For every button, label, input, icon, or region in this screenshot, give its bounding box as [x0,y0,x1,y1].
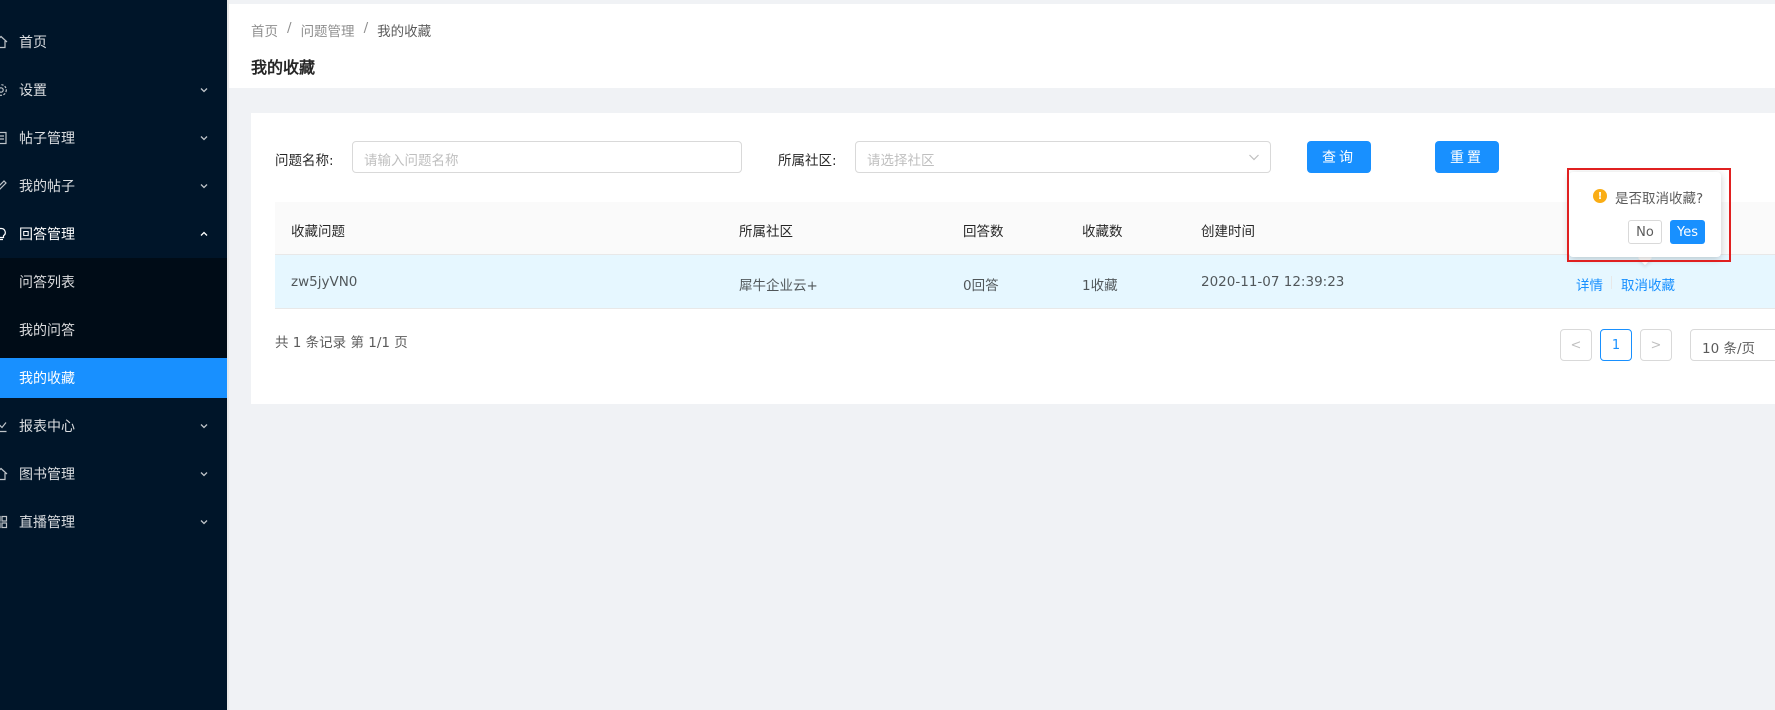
sidebar-item-book-management[interactable]: 图书管理 [0,454,227,494]
bulb-icon [0,227,8,241]
sidebar-subitem-qa-list[interactable]: 问答列表 [0,262,227,302]
chevron-right-icon: > [1650,337,1662,353]
sidebar-item-home[interactable]: 首页 [0,22,227,62]
chevron-down-icon [1249,154,1259,161]
sidebar-item-label: 帖子管理 [19,131,75,147]
grid-icon [0,515,8,529]
sidebar-item-report-center[interactable]: 报表中心 [0,406,227,446]
column-header-favorites: 收藏数 [1082,224,1123,240]
cell-community: 犀牛企业云+ [739,278,818,294]
cell-answers: 0回答 [963,278,999,294]
breadcrumb: 首页 / 问题管理 / 我的收藏 [251,20,431,40]
question-name-input[interactable]: 请输入问题名称 [352,141,742,173]
pagination-summary: 共 1 条记录 第 1/1 页 [275,335,408,351]
chevron-up-icon [200,231,208,236]
line-chart-icon [0,419,8,433]
sidebar-item-my-posts[interactable]: 我的帖子 [0,166,227,206]
chevron-down-icon [200,520,208,525]
sidebar-item-live-management[interactable]: 直播管理 [0,502,227,542]
table-row: zw5jyVN0 犀牛企业云+ 0回答 1收藏 2020-11-07 12:39… [275,255,1775,309]
cancel-favorite-link[interactable]: 取消收藏 [1621,274,1675,294]
document-icon [0,131,8,145]
sidebar-item-label: 首页 [19,35,47,51]
cell-question: zw5jyVN0 [291,274,358,290]
sidebar-item-label: 我的收藏 [19,371,75,387]
detail-link[interactable]: 详情 [1576,274,1603,294]
sidebar-item-label: 直播管理 [19,515,75,531]
sidebar-item-label: 我的问答 [19,323,75,339]
page-title: 我的收藏 [251,58,316,77]
gear-icon [0,83,8,97]
cell-favorites: 1收藏 [1082,278,1118,294]
sidebar-item-label: 我的帖子 [19,179,75,195]
breadcrumb-question-management[interactable]: 问题管理 [301,20,355,40]
sidebar-item-label: 问答列表 [19,275,75,291]
sidebar-subitem-my-qa[interactable]: 我的问答 [0,310,227,350]
chevron-down-icon [200,88,208,93]
sidebar-item-post-management[interactable]: 帖子管理 [0,118,227,158]
sidebar-item-label: 设置 [19,83,47,99]
edit-icon [0,179,8,193]
page-size-select[interactable]: 10 条/页 [1690,329,1775,361]
home-icon [0,35,8,49]
sidebar-subitem-my-favorites[interactable]: 我的收藏 [0,358,227,398]
breadcrumb-current: 我的收藏 [377,24,432,40]
action-divider [1611,276,1612,289]
chevron-down-icon [200,136,208,141]
chevron-down-icon [200,424,208,429]
prev-page-button[interactable]: < [1560,329,1592,361]
sidebar-item-label: 报表中心 [19,419,75,435]
community-placeholder: 请选择社区 [867,153,935,169]
home-icon [0,467,8,481]
breadcrumb-separator: / [287,20,292,36]
reset-button[interactable]: 重置 [1435,141,1499,173]
sidebar-item-label: 回答管理 [19,227,75,243]
question-name-label: 问题名称: [275,153,334,169]
question-name-placeholder: 请输入问题名称 [364,153,459,169]
column-header-community: 所属社区 [739,224,793,240]
search-button[interactable]: 查询 [1307,141,1371,173]
column-header-answers: 回答数 [963,224,1004,240]
content-card: 问题名称: 请输入问题名称 所属社区: 请选择社区 查询 重置 收藏问题 所属社… [251,113,1775,404]
page-header: 首页 / 问题管理 / 我的收藏 我的收藏 [229,0,1775,88]
community-select[interactable]: 请选择社区 [855,141,1271,173]
cell-created: 2020-11-07 12:39:23 [1201,274,1345,290]
breadcrumb-home[interactable]: 首页 [251,20,278,40]
next-page-button[interactable]: > [1640,329,1672,361]
page-number: 1 [1611,337,1621,353]
sidebar-divider [227,0,229,710]
community-label: 所属社区: [778,153,837,169]
sidebar-item-answer-management[interactable]: 回答管理 [0,214,227,254]
column-header-created: 创建时间 [1201,224,1255,240]
highlight-annotation-box [1567,168,1731,262]
chevron-left-icon: < [1570,337,1582,353]
sidebar-item-settings[interactable]: 设置 [0,70,227,110]
chevron-down-icon [200,472,208,477]
sidebar: 首页 设置 帖子管理 我的帖子 回答管理 问答列表 我的问答 我的收藏 报表中心… [0,0,227,710]
page-1-button[interactable]: 1 [1600,329,1632,361]
table-header: 收藏问题 所属社区 回答数 收藏数 创建时间 [275,202,1775,255]
column-header-question: 收藏问题 [291,224,345,240]
breadcrumb-separator: / [363,20,369,36]
chevron-down-icon [200,184,208,189]
page-size-value: 10 条/页 [1702,341,1756,357]
sidebar-item-label: 图书管理 [19,467,75,483]
